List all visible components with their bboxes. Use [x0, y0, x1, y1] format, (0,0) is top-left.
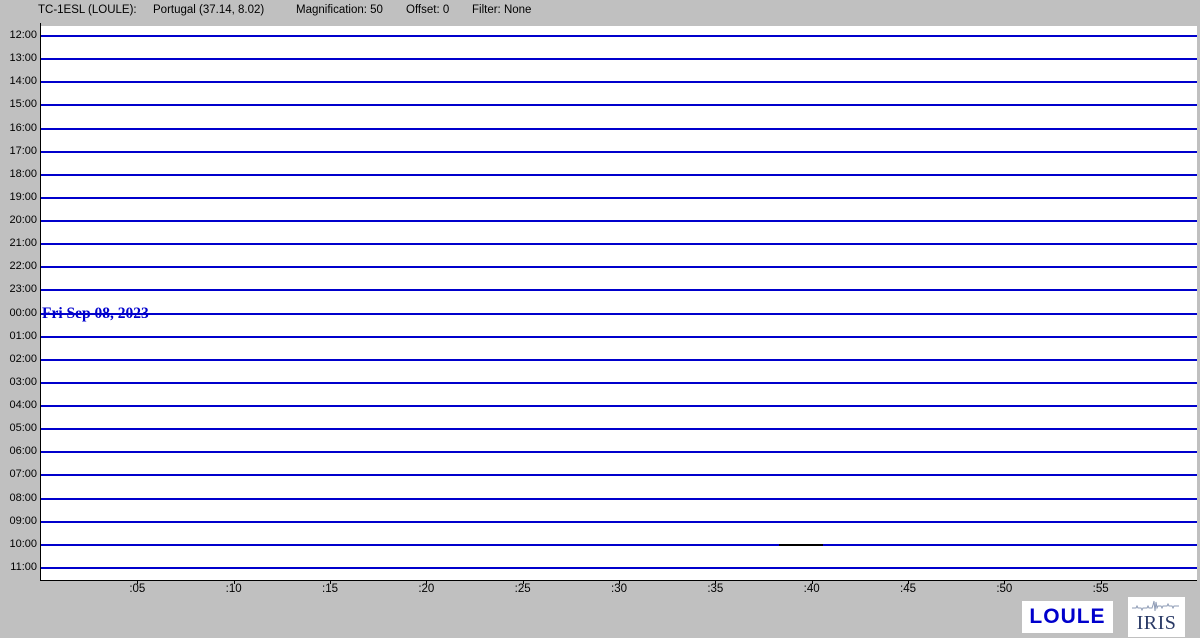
station-location-label: Portugal (37.14, 8.02)	[153, 4, 264, 16]
hour-label: 07:00	[0, 468, 37, 480]
x-tick-label: :45	[888, 583, 928, 595]
trace-line	[41, 521, 1197, 523]
hour-label: 17:00	[0, 145, 37, 157]
hour-label: 23:00	[0, 283, 37, 295]
x-tick-label: :30	[599, 583, 639, 595]
hour-label: 02:00	[0, 353, 37, 365]
trace-line	[41, 104, 1197, 106]
trace-line	[41, 220, 1197, 222]
station-id-label: TC-1ESL (LOULE):	[38, 4, 137, 16]
x-tick-label: :05	[117, 583, 157, 595]
hour-label: 06:00	[0, 445, 37, 457]
x-tick-label: :35	[695, 583, 735, 595]
x-tick-label: :55	[1081, 583, 1121, 595]
hour-label: 00:00	[0, 307, 37, 319]
hour-label: 16:00	[0, 122, 37, 134]
x-tick-label: :50	[984, 583, 1024, 595]
trace-line	[41, 405, 1197, 407]
hour-label: 22:00	[0, 260, 37, 272]
hour-label: 03:00	[0, 376, 37, 388]
hour-label: 10:00	[0, 538, 37, 550]
hour-label: 15:00	[0, 98, 37, 110]
trace-line	[41, 336, 1197, 338]
trace-line	[41, 451, 1197, 453]
trace-line	[41, 474, 1197, 476]
trace-line	[41, 174, 1197, 176]
hour-label: 05:00	[0, 422, 37, 434]
trace-line	[41, 58, 1197, 60]
trace-line	[41, 544, 1197, 546]
trace-line	[41, 197, 1197, 199]
x-tick-label: :20	[406, 583, 446, 595]
hour-label: 09:00	[0, 515, 37, 527]
trace-line	[41, 382, 1197, 384]
date-annotation: Fri Sep 08, 2023	[42, 305, 149, 323]
hour-label: 08:00	[0, 492, 37, 504]
trace-event-segment	[779, 544, 823, 546]
x-tick-label: :15	[310, 583, 350, 595]
x-axis-line	[40, 580, 1197, 581]
trace-line	[41, 128, 1197, 130]
x-tick-label: :25	[503, 583, 543, 595]
trace-line	[41, 428, 1197, 430]
y-axis-line	[40, 23, 41, 581]
hour-label: 20:00	[0, 214, 37, 226]
offset-label: Offset: 0	[406, 4, 449, 16]
trace-line	[41, 266, 1197, 268]
trace-line	[41, 35, 1197, 37]
hour-label: 01:00	[0, 330, 37, 342]
hour-label: 18:00	[0, 168, 37, 180]
trace-line	[41, 359, 1197, 361]
hour-label: 14:00	[0, 75, 37, 87]
magnification-label: Magnification: 50	[296, 4, 383, 16]
trace-line	[41, 243, 1197, 245]
trace-line	[41, 81, 1197, 83]
iris-logo-text: IRIS	[1137, 613, 1177, 633]
hour-label: 19:00	[0, 191, 37, 203]
hour-label: 21:00	[0, 237, 37, 249]
hour-label: 04:00	[0, 399, 37, 411]
hour-label: 11:00	[0, 561, 37, 573]
trace-line	[41, 313, 1197, 315]
x-tick-label: :10	[214, 583, 254, 595]
trace-line	[41, 289, 1197, 291]
trace-line	[41, 567, 1197, 569]
iris-logo: IRIS	[1128, 597, 1185, 637]
trace-line	[41, 498, 1197, 500]
trace-line	[41, 151, 1197, 153]
station-button[interactable]: LOULE	[1022, 601, 1113, 633]
filter-label: Filter: None	[472, 4, 531, 16]
seismogram-viewer-window: TC-1ESL (LOULE): Portugal (37.14, 8.02) …	[0, 0, 1200, 638]
x-tick-label: :40	[792, 583, 832, 595]
hour-label: 13:00	[0, 52, 37, 64]
hour-label: 12:00	[0, 29, 37, 41]
